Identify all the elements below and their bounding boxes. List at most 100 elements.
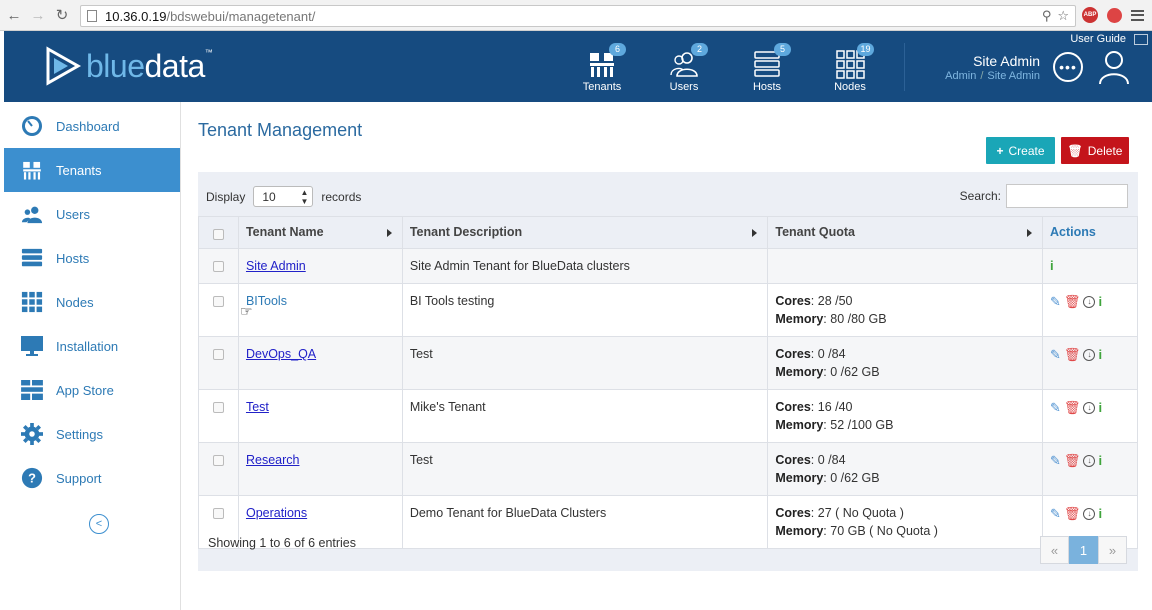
row-checkbox[interactable] — [212, 349, 224, 360]
row-checkbox[interactable] — [212, 455, 224, 466]
download-icon[interactable]: ↓ — [1083, 349, 1096, 361]
download-icon[interactable]: ↓ — [1083, 455, 1096, 467]
delete-label: Delete — [1087, 143, 1123, 158]
tenant-link[interactable]: Site Admin — [987, 70, 1040, 82]
download-icon[interactable]: ↓ — [1083, 508, 1096, 520]
info-icon[interactable]: i — [1098, 452, 1102, 470]
select-arrows-icon: ▲ ▼ — [300, 187, 309, 206]
memory-label: Memory — [775, 312, 824, 326]
sidebar-item-tenants[interactable]: Tenants — [4, 148, 180, 192]
sidebar-item-users[interactable]: Users — [4, 192, 180, 236]
hosts-count-badge: 5 — [774, 43, 791, 56]
edit-pencil-icon[interactable]: ✎ — [1050, 505, 1061, 523]
cores-label: Cores — [775, 400, 811, 414]
delete-trash-icon[interactable]: 🗑 — [1064, 293, 1081, 311]
collapse-sidebar-button[interactable]: < — [89, 514, 109, 534]
nav-hosts[interactable]: 5 Hosts — [737, 43, 797, 93]
tenant-name-link[interactable]: DevOps_QA — [246, 347, 316, 361]
tenant-name-link[interactable]: Test — [246, 400, 269, 414]
download-icon[interactable]: ↓ — [1083, 296, 1096, 308]
sidebar-item-installation[interactable]: Installation — [4, 324, 180, 368]
row-checkbox[interactable] — [212, 508, 224, 519]
delete-button[interactable]: 🗑 Delete — [1061, 137, 1129, 164]
row-checkbox[interactable] — [212, 261, 224, 272]
memory-value: : 52 /100 GB — [823, 418, 894, 432]
tenant-quota: Cores: 0 /84 Memory: 0 /62 GB — [767, 336, 1044, 390]
sidebar-item-support[interactable]: ? Support — [4, 456, 180, 500]
tenant-description: Demo Tenant for BlueData Clusters — [401, 495, 769, 549]
page-size-select[interactable]: 10 ▲ ▼ — [253, 186, 314, 207]
pager-prev-button[interactable]: « — [1040, 536, 1069, 564]
edit-pencil-icon[interactable]: ✎ — [1050, 346, 1061, 364]
role-breadcrumb: Admin / Site Admin — [924, 70, 1040, 82]
address-bar[interactable]: 10.36.0.19/bdswebui/managetenant/ ⚲ ☆ — [80, 5, 1076, 27]
tenant-name-link[interactable]: Operations — [246, 506, 307, 520]
bookmark-star-icon[interactable]: ☆ — [1057, 8, 1069, 24]
nav-label: Users — [669, 81, 699, 93]
select-all-checkbox[interactable] — [212, 229, 224, 240]
url-host: 10.36.0.19 — [105, 8, 167, 24]
row-checkbox[interactable] — [212, 402, 224, 413]
info-icon[interactable]: i — [1098, 399, 1102, 417]
nodes-icon — [20, 290, 44, 314]
zoom-icon[interactable]: ⚲ — [1042, 8, 1052, 24]
tenant-name-link[interactable]: Site Admin — [246, 259, 306, 273]
row-actions: i — [1042, 248, 1138, 284]
search-input[interactable] — [1006, 184, 1128, 208]
memory-label: Memory — [775, 365, 824, 379]
pager-page-button[interactable]: 1 — [1069, 536, 1098, 564]
back-arrow-icon[interactable]: ← — [4, 5, 24, 25]
delete-trash-icon[interactable]: 🗑 — [1064, 505, 1081, 523]
nav-nodes[interactable]: 19 Nodes — [820, 43, 880, 93]
sidebar-item-settings[interactable]: Settings — [4, 412, 180, 456]
records-label: records — [321, 189, 362, 204]
logo-mark-icon — [46, 46, 82, 86]
info-icon[interactable]: i — [1098, 346, 1102, 364]
app-store-icon — [20, 378, 44, 402]
adblock-extension-icon[interactable]: ABP — [1082, 7, 1098, 23]
column-header-name[interactable]: Tenant Name — [237, 216, 403, 249]
edit-pencil-icon[interactable]: ✎ — [1050, 452, 1061, 470]
sidebar: Dashboard Tenants Users Hosts Nodes Inst… — [4, 102, 181, 610]
sidebar-item-hosts[interactable]: Hosts — [4, 236, 180, 280]
memory-label: Memory — [775, 524, 824, 538]
tenant-name-link[interactable]: Research — [246, 453, 300, 467]
role-link[interactable]: Admin — [945, 70, 976, 82]
edit-pencil-icon[interactable]: ✎ — [1050, 293, 1061, 311]
browser-menu-icon[interactable] — [1131, 9, 1144, 21]
sidebar-item-nodes[interactable]: Nodes — [4, 280, 180, 324]
pager-next-button[interactable]: » — [1098, 536, 1127, 564]
delete-trash-icon[interactable]: 🗑 — [1064, 452, 1081, 470]
edit-pencil-icon[interactable]: ✎ — [1050, 399, 1061, 417]
sidebar-item-app-store[interactable]: App Store — [4, 368, 180, 412]
info-icon[interactable]: i — [1098, 293, 1102, 311]
reload-icon[interactable]: ↻ — [52, 5, 72, 25]
column-header-description[interactable]: Tenant Description — [401, 216, 769, 249]
app-header: bluedata™ 6 Tenants 2 Users 5 Hosts 19 N… — [4, 31, 1152, 102]
info-icon[interactable]: i — [1050, 258, 1054, 273]
nav-label: Tenants — [582, 81, 622, 93]
create-label: Create — [1008, 143, 1045, 158]
row-checkbox[interactable] — [212, 296, 224, 307]
bluedata-logo[interactable]: bluedata™ — [44, 46, 213, 86]
info-icon[interactable]: i — [1098, 505, 1102, 523]
cores-value: : 28 /50 — [810, 294, 853, 308]
delete-trash-icon[interactable]: 🗑 — [1064, 346, 1081, 364]
column-header-quota[interactable]: Tenant Quota — [767, 216, 1044, 249]
nav-tenants[interactable]: 6 Tenants — [572, 43, 632, 93]
extension-icon[interactable] — [1107, 7, 1122, 23]
forward-arrow-icon[interactable]: → — [28, 5, 48, 25]
users-count-badge: 2 — [691, 43, 708, 56]
tenants-table: Tenant Name Tenant Description Tenant Qu… — [198, 216, 1138, 549]
create-button[interactable]: + Create — [986, 137, 1055, 164]
user-avatar-icon[interactable] — [1098, 49, 1130, 85]
book-icon[interactable] — [1134, 34, 1148, 45]
tenant-description: Mike's Tenant — [401, 389, 769, 443]
sidebar-item-dashboard[interactable]: Dashboard — [4, 104, 180, 148]
delete-trash-icon[interactable]: 🗑 — [1064, 399, 1081, 417]
user-guide-link[interactable]: User Guide — [1070, 33, 1126, 45]
nav-users[interactable]: 2 Users — [654, 43, 714, 93]
sidebar-item-label: App Store — [56, 382, 114, 398]
download-icon[interactable]: ↓ — [1083, 402, 1096, 414]
more-options-button[interactable]: ••• — [1053, 52, 1083, 82]
